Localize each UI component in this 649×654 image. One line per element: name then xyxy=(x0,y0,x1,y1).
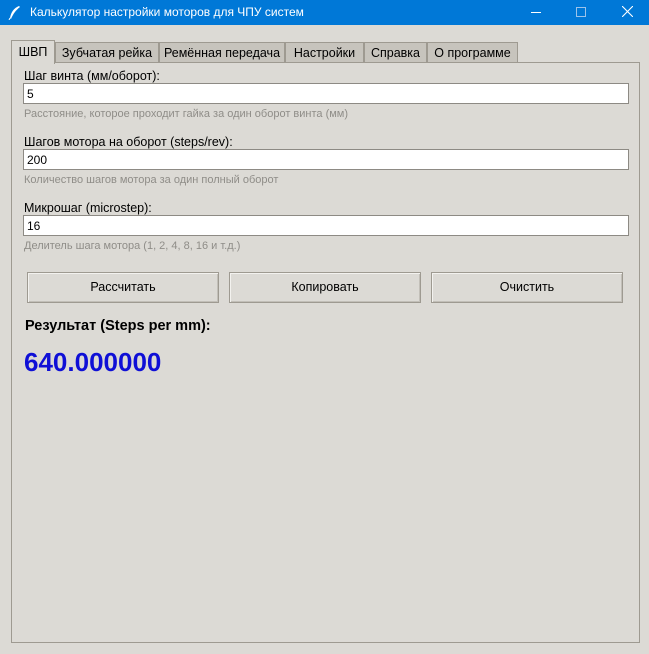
minimize-button[interactable] xyxy=(513,0,559,25)
maximize-icon xyxy=(576,6,586,20)
result-label: Результат (Steps per mm): xyxy=(25,318,211,334)
copy-button[interactable]: Копировать xyxy=(229,272,421,303)
result-value: 640.000000 xyxy=(24,347,162,377)
close-button[interactable] xyxy=(604,0,649,25)
tab-about[interactable]: О программе xyxy=(427,42,518,64)
tab-settings[interactable]: Настройки xyxy=(285,42,364,64)
screw-pitch-hint: Расстояние, которое проходит гайка за од… xyxy=(24,108,349,120)
feather-icon xyxy=(8,5,22,21)
window-frame: ШВП Зубчатая рейка Ремённая передача Нас… xyxy=(0,25,649,654)
steps-per-rev-input[interactable] xyxy=(23,149,629,170)
maximize-button[interactable] xyxy=(558,0,604,25)
tab-belt-drive[interactable]: Ремённая передача xyxy=(159,42,285,64)
title-bar: Калькулятор настройки моторов для ЧПУ си… xyxy=(0,0,649,25)
microstep-input[interactable] xyxy=(23,215,629,236)
clear-button[interactable]: Очистить xyxy=(431,272,623,303)
microstep-hint: Делитель шага мотора (1, 2, 4, 8, 16 и т… xyxy=(24,240,241,252)
screw-pitch-label: Шаг винта (мм/оборот): xyxy=(24,69,160,83)
screw-pitch-input[interactable] xyxy=(23,83,629,104)
steps-per-rev-label: Шагов мотора на оборот (steps/rev): xyxy=(24,135,233,149)
tab-ball-screw[interactable]: ШВП xyxy=(11,40,55,64)
ball-screw-panel: Шаг винта (мм/оборот): Расстояние, котор… xyxy=(11,62,640,643)
window-title: Калькулятор настройки моторов для ЧПУ си… xyxy=(30,5,304,19)
steps-per-rev-hint: Количество шагов мотора за один полный о… xyxy=(24,174,279,186)
close-icon xyxy=(621,5,633,20)
tab-gear-rack[interactable]: Зубчатая рейка xyxy=(55,42,159,64)
tab-help[interactable]: Справка xyxy=(364,42,427,64)
minimize-icon xyxy=(531,6,541,20)
microstep-label: Микрошаг (microstep): xyxy=(24,201,152,215)
calculate-button[interactable]: Рассчитать xyxy=(27,272,219,303)
